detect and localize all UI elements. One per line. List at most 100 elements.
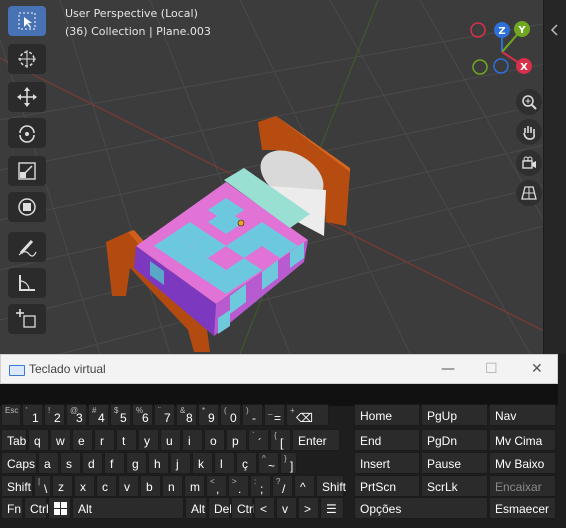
key-7[interactable]: 7 ¨ xyxy=(154,404,175,426)
key-sym3-13[interactable]: ^ xyxy=(294,475,315,497)
key-sym3-9[interactable]: , < xyxy=(206,475,227,497)
key-sym4-7[interactable]: < xyxy=(254,497,275,519)
key-mv-cima[interactable]: Mv Cima xyxy=(489,429,556,451)
key-prtscn[interactable]: PrtScn xyxy=(354,475,420,497)
key-a[interactable]: a xyxy=(38,452,59,474)
key-alt[interactable]: Alt xyxy=(72,497,184,519)
key-home[interactable]: Home xyxy=(354,404,420,426)
key-j[interactable]: j xyxy=(170,452,191,474)
key-n[interactable]: n xyxy=(162,475,183,497)
annotate-tool[interactable] xyxy=(8,232,46,262)
key-sym3-11[interactable]: ;: xyxy=(250,475,271,497)
key-g[interactable]: g xyxy=(126,452,147,474)
key-2[interactable]: 2! xyxy=(44,404,65,426)
bed-model[interactable] xyxy=(106,116,350,352)
key-b[interactable]: b xyxy=(140,475,161,497)
key-s[interactable]: s xyxy=(60,452,81,474)
key-x[interactable]: x xyxy=(74,475,95,497)
key-sym0-12[interactable]: = _ xyxy=(264,404,285,426)
key-p[interactable]: p xyxy=(226,429,247,451)
key-del[interactable]: Del xyxy=(208,497,232,519)
key-r[interactable]: r xyxy=(94,429,115,451)
rotate-tool[interactable] xyxy=(8,118,46,148)
key-sym2-12[interactable]: ]} xyxy=(280,452,297,474)
scale-tool[interactable] xyxy=(8,156,46,186)
key-9[interactable]: 9 * xyxy=(198,404,219,426)
key-o[interactable]: o xyxy=(204,429,225,451)
key-ctrl[interactable]: Ctrl xyxy=(24,497,49,519)
key-sym3-1[interactable]: \ | xyxy=(34,475,51,497)
key-tab[interactable]: Tab xyxy=(1,429,27,451)
key-sym4-10[interactable]: ☰ xyxy=(320,497,344,519)
key-insert[interactable]: Insert xyxy=(354,452,420,474)
key-k[interactable]: k xyxy=(192,452,213,474)
key-sym0-11[interactable]: -) xyxy=(242,404,263,426)
neg-y-axis-icon[interactable] xyxy=(472,59,488,75)
key-caps[interactable]: Caps xyxy=(1,452,37,474)
key-i[interactable]: i xyxy=(182,429,203,451)
virtual-keyboard-window[interactable]: Teclado virtual — ☐ ✕ Esc 1 ' 2! 3 @4 #5 $6% 7 ¨ 8… xyxy=(0,354,566,528)
key-enter[interactable]: Enter xyxy=(292,429,340,451)
key-4[interactable]: 4 # xyxy=(88,404,109,426)
key-w[interactable]: w xyxy=(50,429,71,451)
zoom-button[interactable] xyxy=(516,89,542,115)
neg-z-axis-icon[interactable] xyxy=(493,58,509,74)
3d-viewport[interactable]: User Perspective (Local) (36) Collection… xyxy=(0,0,566,354)
key-q[interactable]: q xyxy=(28,429,49,451)
move-tool[interactable] xyxy=(8,82,46,112)
key-fn[interactable]: Fn xyxy=(1,497,23,519)
key-h[interactable]: h xyxy=(148,452,169,474)
key-sym2-10[interactable]: ç xyxy=(236,452,257,474)
key-winlogoicon[interactable] xyxy=(48,497,71,519)
navigation-gizmo[interactable]: Z Y X xyxy=(462,14,542,84)
close-button[interactable]: ✕ xyxy=(531,361,543,377)
key-esc[interactable]: Esc xyxy=(1,404,21,426)
key-3[interactable]: 3 @ xyxy=(66,404,87,426)
key-t[interactable]: t xyxy=(116,429,137,451)
key-ctrl[interactable]: Ctrl xyxy=(231,497,256,519)
key-sym3-10[interactable]: . > xyxy=(228,475,249,497)
key-1[interactable]: 1 ' xyxy=(22,404,43,426)
key-shift[interactable]: Shift xyxy=(1,475,33,497)
key-sym2-11[interactable]: ~ ^ xyxy=(258,452,279,474)
camera-button[interactable] xyxy=(516,150,542,176)
key-5[interactable]: 5 $ xyxy=(110,404,131,426)
add-cube-tool[interactable] xyxy=(8,304,46,334)
key-scrlk[interactable]: ScrLk xyxy=(421,475,488,497)
key-esmaecer[interactable]: Esmaecer xyxy=(489,497,556,519)
key-nav[interactable]: Nav xyxy=(489,404,556,426)
key-sym0-13[interactable]: ⌫ + xyxy=(286,404,329,426)
key-sym1-11[interactable]: ´ ` xyxy=(248,429,269,451)
sidebar-toggle-strip[interactable] xyxy=(543,0,566,354)
perspective-toggle-button[interactable] xyxy=(516,180,542,206)
key-mv-baixo[interactable]: Mv Baixo xyxy=(489,452,556,474)
key-6[interactable]: 6% xyxy=(132,404,153,426)
neg-x-axis-icon[interactable] xyxy=(470,22,486,38)
minimize-button[interactable]: — xyxy=(441,361,455,377)
key-v[interactable]: v xyxy=(276,497,297,519)
key-sym1-12[interactable]: [{ xyxy=(270,429,291,451)
key-sym3-12[interactable]: /? xyxy=(272,475,293,497)
transform-tool[interactable] xyxy=(8,192,46,222)
key-encaixar[interactable]: Encaixar xyxy=(489,475,556,497)
key-f[interactable]: f xyxy=(104,452,125,474)
key-0[interactable]: 0( xyxy=(220,404,241,426)
key-l[interactable]: l xyxy=(214,452,235,474)
key-8[interactable]: 8 & xyxy=(176,404,197,426)
select-box-tool[interactable] xyxy=(8,6,46,36)
key-shift[interactable]: Shift xyxy=(316,475,346,497)
key-e[interactable]: e xyxy=(72,429,93,451)
key-pgdn[interactable]: PgDn xyxy=(421,429,488,451)
pan-button[interactable] xyxy=(516,119,542,145)
key-sym4-9[interactable]: > xyxy=(298,497,319,519)
key-op-es[interactable]: Opções xyxy=(354,497,488,519)
key-pgup[interactable]: PgUp xyxy=(421,404,488,426)
key-u[interactable]: u xyxy=(160,429,181,451)
key-pause[interactable]: Pause xyxy=(421,452,488,474)
key-d[interactable]: d xyxy=(82,452,103,474)
measure-tool[interactable] xyxy=(8,268,46,298)
key-c[interactable]: c xyxy=(96,475,117,497)
keyboard-title-bar[interactable]: Teclado virtual — ☐ ✕ xyxy=(0,354,558,384)
key-y[interactable]: y xyxy=(138,429,159,451)
key-alt[interactable]: Alt xyxy=(185,497,207,519)
